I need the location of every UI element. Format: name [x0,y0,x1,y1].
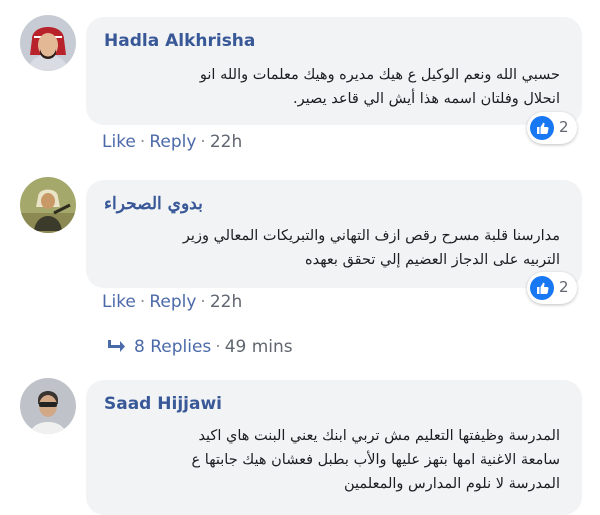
reaction-count: 2 [559,278,569,296]
replies-count[interactable]: 8 Replies [134,337,211,357]
thumbs-up-icon [530,116,554,140]
comment-text-line: سامعة الاغنية امها بتهز عليها والأب بطبل… [191,452,560,468]
view-replies-link[interactable]: 8 Replies · 49 mins [106,337,293,359]
timestamp[interactable]: 22h [210,132,242,152]
avatar[interactable] [20,177,76,233]
comment-text-line: حسبي الله ونعم الوكيل ع هيك مديره وهيك م… [199,67,560,83]
comment-text-line: المدرسة لا نلوم المدارس والمعلمين [344,476,560,492]
cut-off-previous-content: · · · [0,0,600,10]
reaction-badge[interactable]: 2 [527,272,577,304]
reaction-badge[interactable]: 2 [527,112,577,144]
comment-text: حسبي الله ونعم الوكيل ع هيك مديره وهيك م… [100,63,560,111]
reaction-count: 2 [559,118,569,136]
comment-text: المدرسة وظيفتها التعليم مش تربي ابنك يعن… [100,424,560,496]
comment-text-line: المدرسة وظيفتها التعليم مش تربي ابنك يعن… [198,428,560,444]
comment-bubble: بدوي الصحراء مدارسنا قلبة مسرح رقص ازف ا… [86,180,582,288]
reply-link[interactable]: Reply [149,132,196,152]
comment-author[interactable]: Saad Hijjawi [104,394,222,414]
comment-actions: Like · Reply · 22h [102,292,242,312]
reply-arrow-icon [106,338,126,359]
comment-text-line: التربيه على الدجاز العضيم إلي تحقق بعهده [305,252,560,268]
separator: · [215,337,221,357]
avatar[interactable] [20,378,76,434]
thumbs-up-icon [530,276,554,300]
avatar-image [20,15,76,71]
comment-text-line: مدارسنا قلبة مسرح رقص ازف التهاني والتبر… [182,228,560,244]
comment-text: مدارسنا قلبة مسرح رقص ازف التهاني والتبر… [100,224,560,272]
comment-author[interactable]: Hadla Alkhrisha [104,31,255,51]
replies-time: 49 mins [224,337,293,357]
separator: · [200,132,206,152]
comment-text-line: انحلال وفلتان اسمه هذا أيش الي قاعد يصير… [293,91,560,107]
avatar-image [20,177,76,233]
separator: · [139,132,146,152]
separator: · [139,292,146,312]
comment-actions: Like · Reply · 22h [102,132,242,152]
cut-off-text: · · · [150,0,173,8]
comment-author[interactable]: بدوي الصحراء [104,194,203,214]
comment-bubble: Saad Hijjawi المدرسة وظيفتها التعليم مش … [86,380,582,515]
like-link[interactable]: Like [102,132,136,152]
reply-link[interactable]: Reply [149,292,196,312]
like-link[interactable]: Like [102,292,136,312]
timestamp[interactable]: 22h [210,292,242,312]
comment-bubble: Hadla Alkhrisha حسبي الله ونعم الوكيل ع … [86,17,582,125]
separator: · [200,292,206,312]
avatar[interactable] [20,15,76,71]
avatar-image [20,378,76,434]
